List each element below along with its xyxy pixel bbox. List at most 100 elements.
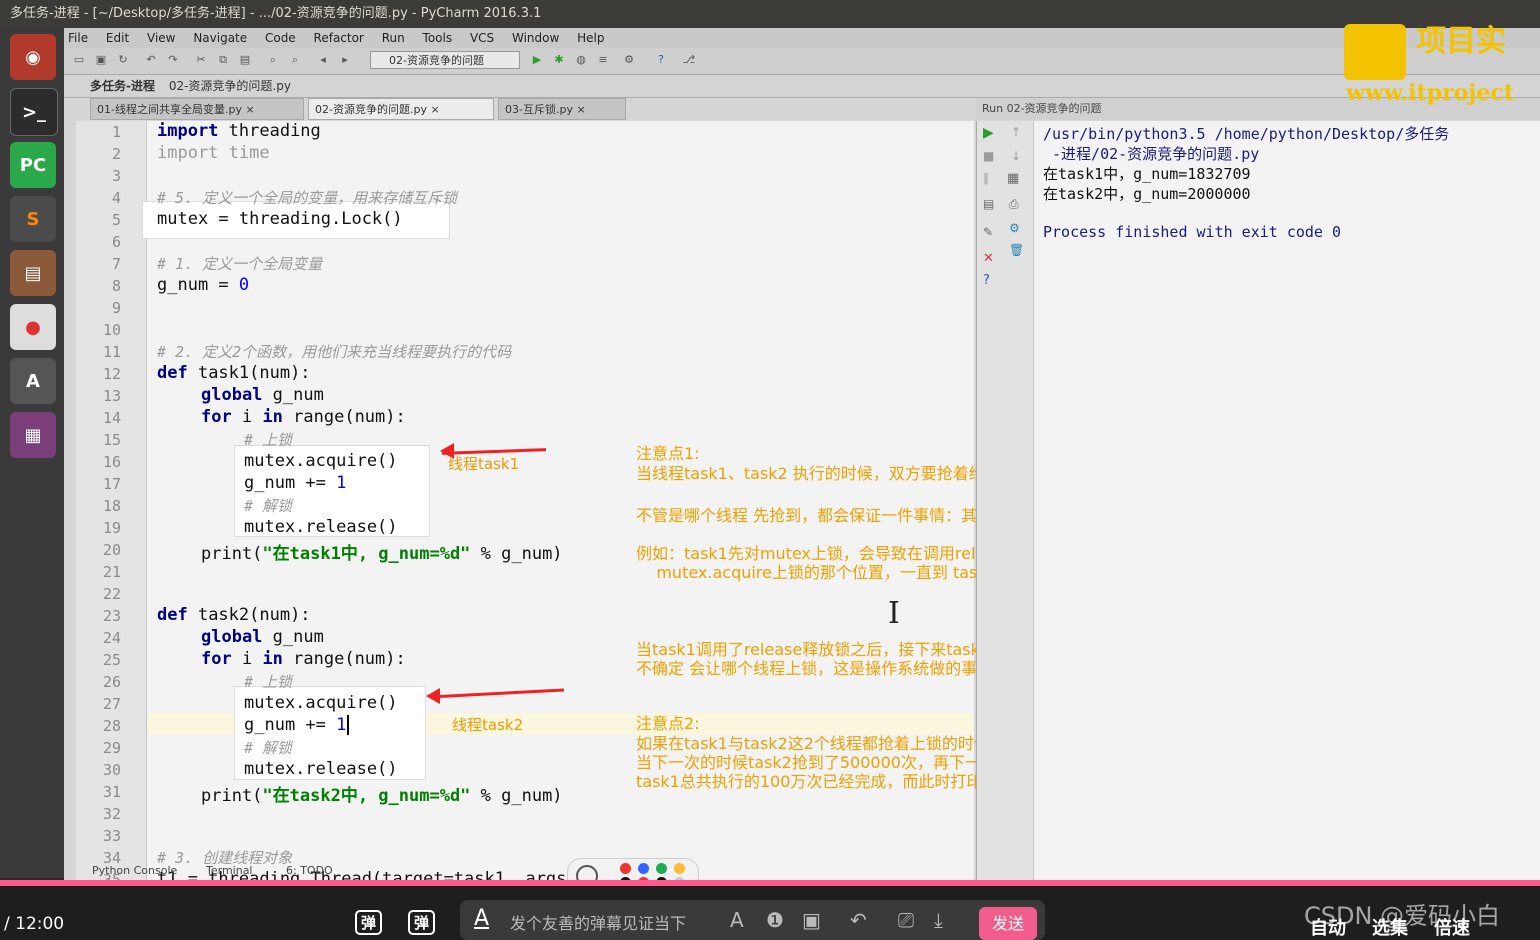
ubuntu-icon[interactable]: ◉: [10, 34, 56, 80]
code-line-12: def task1(num):: [157, 363, 311, 383]
code-line-8: g_num = 0: [157, 275, 250, 295]
code-line-1: import threading: [157, 121, 321, 141]
tab-03[interactable]: 03-互斥锁.py ×: [498, 98, 626, 120]
color-blue-swatch[interactable]: [638, 863, 649, 874]
tool-todo[interactable]: 6: TODO: [286, 864, 333, 877]
danmu-style-icon[interactable]: A: [474, 906, 489, 931]
menu-navigate[interactable]: Navigate: [193, 31, 247, 45]
code-line-17: g_num += 1: [244, 473, 347, 493]
pause-icon[interactable]: ∥: [983, 171, 989, 185]
terminal-icon[interactable]: >_: [10, 88, 58, 136]
stop-icon[interactable]: ■: [983, 149, 994, 163]
text-cursor-icon: I: [888, 596, 900, 631]
run-icon[interactable]: ▶: [530, 53, 544, 67]
tab-01[interactable]: 01-线程之间共享全局变量.py ×: [90, 98, 304, 120]
code-line-7: # 1. 定义一个全局变量: [157, 255, 323, 273]
danmu-toggle-button[interactable]: 弹: [355, 910, 383, 935]
menu-bar: File Edit View Navigate Code Refactor Ru…: [64, 28, 1540, 48]
workspace-icon[interactable]: ▦: [10, 412, 56, 458]
wrap-icon[interactable]: ▦: [1007, 171, 1019, 186]
menu-view[interactable]: View: [147, 31, 175, 45]
structure-icon[interactable]: ≡: [596, 53, 610, 67]
print-icon[interactable]: ⎙: [1009, 197, 1019, 212]
line-number: 5: [111, 211, 121, 229]
tool-python-console[interactable]: Python Console: [92, 864, 177, 877]
run-output-line: Process finished with exit code 0: [1043, 223, 1342, 241]
code-line-14: for i in range(num):: [201, 407, 406, 427]
code-line-28: g_num += 1: [244, 715, 350, 735]
rerun-icon[interactable]: ▶: [983, 125, 994, 141]
line-number: 12: [102, 365, 121, 383]
menu-vcs[interactable]: VCS: [470, 31, 494, 45]
ubuntu-launcher: ◉ >_ PC S ▤ ● A ▦: [0, 28, 64, 878]
paste-icon[interactable]: ▤: [238, 53, 252, 67]
line-number: 10: [102, 321, 121, 339]
danmu-input[interactable]: 发个友善的弹幕见证当下: [510, 910, 686, 934]
layout-icon[interactable]: ▤: [983, 197, 994, 211]
chrome-icon[interactable]: ●: [10, 304, 56, 350]
run-toolbar: ▶ ■ ∥ ▤ ✎ ✕ ? ↑ ↓ ▦ ⎙ ⚙ 🗑: [977, 121, 1034, 880]
menu-help[interactable]: Help: [577, 31, 604, 45]
scroll-up-icon[interactable]: ↑: [1011, 125, 1021, 139]
clear-icon[interactable]: ⎚: [898, 908, 914, 932]
save-icon[interactable]: ▣: [94, 53, 108, 67]
pin-icon[interactable]: ✎: [983, 225, 993, 239]
line-number: 18: [102, 497, 121, 515]
menu-file[interactable]: File: [68, 31, 88, 45]
scroll-down-icon[interactable]: ↓: [1011, 149, 1021, 163]
help-icon[interactable]: ?: [654, 53, 668, 67]
breadcrumb-project[interactable]: 多任务-进程: [90, 79, 155, 93]
line-number: 29: [102, 739, 121, 757]
line-number: 23: [102, 607, 121, 625]
font-icon[interactable]: A: [730, 908, 744, 932]
download-icon[interactable]: ⤓: [934, 908, 943, 932]
back-icon[interactable]: ◂: [316, 53, 330, 67]
menu-window[interactable]: Window: [512, 31, 559, 45]
code-line-5: mutex = threading.Lock(): [157, 209, 403, 229]
settings-icon[interactable]: ⚙: [622, 53, 636, 67]
run-panel: ▶ ■ ∥ ▤ ✎ ✕ ? ↑ ↓ ▦ ⎙ ⚙ 🗑 /usr/bin/pytho…: [976, 121, 1540, 880]
debug-icon[interactable]: ✱: [552, 53, 566, 67]
vcs-icon[interactable]: ⎇: [682, 53, 696, 67]
cut-icon[interactable]: ✂: [194, 53, 208, 67]
trash-icon[interactable]: 🗑: [1009, 243, 1024, 257]
tab-02[interactable]: 02-资源竞争的问题.py ×: [308, 98, 494, 120]
screenshot-icon[interactable]: ▣: [802, 908, 821, 932]
redo-icon[interactable]: ↷: [166, 53, 180, 67]
danmu-settings-button[interactable]: 弹: [408, 910, 436, 935]
menu-refactor[interactable]: Refactor: [314, 31, 364, 45]
settings-icon[interactable]: ⚙: [1009, 221, 1020, 235]
coverage-icon[interactable]: ◍: [574, 53, 588, 67]
forward-icon[interactable]: ▸: [338, 53, 352, 67]
code-line-16: mutex.acquire(): [244, 451, 398, 471]
run-config-select[interactable]: 02-资源竞争的问题: [370, 51, 520, 69]
send-danmu-button[interactable]: 发送: [979, 907, 1037, 940]
close-icon[interactable]: ✕: [983, 251, 994, 266]
undo-icon[interactable]: ↶: [850, 908, 867, 932]
tool-terminal[interactable]: Terminal: [206, 864, 253, 877]
menu-tools[interactable]: Tools: [423, 31, 453, 45]
files-icon[interactable]: ▤: [10, 250, 56, 296]
code-line-13: global g_num: [201, 385, 324, 405]
color-green-swatch[interactable]: [656, 863, 667, 874]
line-number: 20: [102, 541, 121, 559]
software-updater-icon[interactable]: A: [10, 358, 56, 404]
info-icon[interactable]: ❶: [766, 908, 784, 932]
copy-icon[interactable]: ⧉: [216, 53, 230, 67]
menu-edit[interactable]: Edit: [106, 31, 129, 45]
open-icon[interactable]: ▭: [72, 53, 86, 67]
undo-icon[interactable]: ↶: [144, 53, 158, 67]
breadcrumb-file[interactable]: 02-资源竞争的问题.py: [169, 79, 291, 93]
sync-icon[interactable]: ↻: [116, 53, 130, 67]
sublime-icon[interactable]: S: [10, 196, 56, 242]
run-output-line: 在task1中，g_num=1832709: [1043, 165, 1251, 183]
menu-run[interactable]: Run: [382, 31, 405, 45]
color-red-swatch[interactable]: [620, 863, 631, 874]
help-icon[interactable]: ?: [983, 273, 990, 288]
color-yellow-swatch[interactable]: [674, 863, 685, 874]
menu-code[interactable]: Code: [265, 31, 296, 45]
find-icon[interactable]: ⌕: [266, 53, 280, 67]
replace-icon[interactable]: ⌕: [288, 53, 302, 67]
danmu-input-bar[interactable]: A 发个友善的弹幕见证当下 A ❶ ▣ ↶ ⎚ ⤓: [460, 900, 1045, 940]
pycharm-icon[interactable]: PC: [10, 142, 56, 188]
